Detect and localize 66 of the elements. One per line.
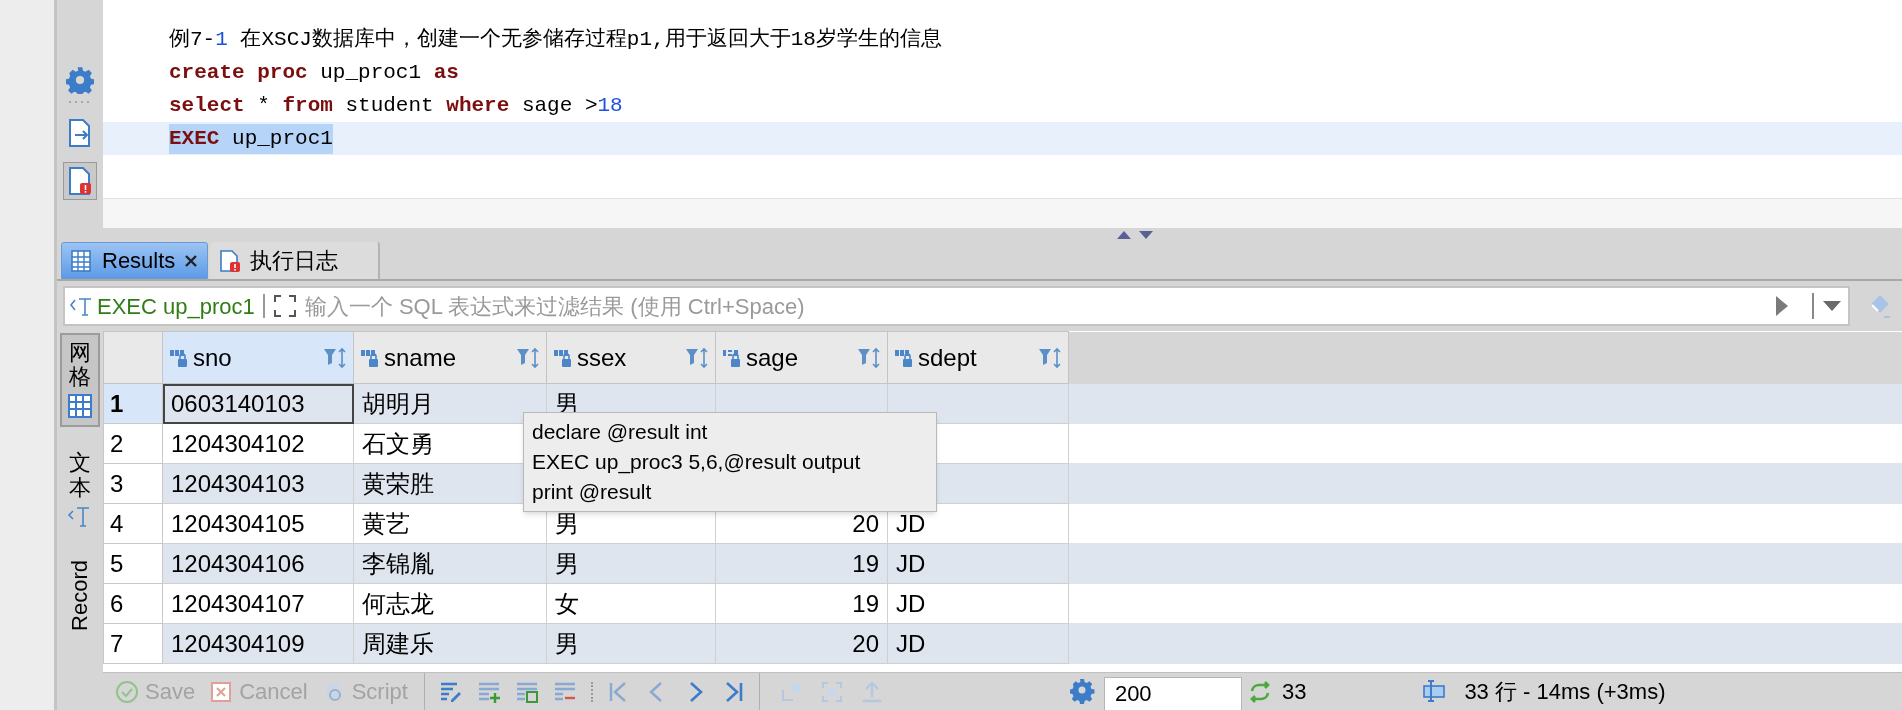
column-header[interactable]: sno: [162, 331, 354, 384]
grid-icon: [70, 248, 94, 273]
play-icon[interactable]: [1774, 294, 1788, 318]
table-cell: 1204304109: [162, 623, 354, 664]
table-cell: 19: [715, 583, 888, 624]
table-cell: JD: [887, 583, 1069, 624]
document-arrow-icon[interactable]: [67, 118, 93, 148]
column-header[interactable]: sage: [715, 331, 888, 384]
gear-icon[interactable]: [66, 66, 94, 94]
table-cell: 胡明月: [353, 383, 547, 424]
table-cell: 黄艺: [353, 503, 547, 544]
tab[interactable]: Results: [61, 242, 209, 279]
filter-sort-icon[interactable]: [685, 346, 709, 369]
column-header[interactable]: sname: [353, 331, 547, 384]
table-cell: 1204304102: [162, 423, 354, 464]
table-cell: 20: [715, 623, 888, 664]
grid-icon: [67, 393, 93, 420]
cross-icon: [209, 679, 234, 704]
row-number[interactable]: 1: [103, 383, 163, 424]
code-line: select * from student where sage >18: [169, 92, 623, 119]
table-cell: 女: [546, 583, 716, 624]
expand-icon[interactable]: [272, 294, 297, 318]
settings-icon[interactable]: [1069, 677, 1098, 706]
table-cell: 周建乐: [353, 623, 547, 664]
table-cell: 0603140103: [162, 383, 354, 424]
column-header[interactable]: sdept: [887, 331, 1069, 384]
table-cell: 1204304105: [162, 503, 354, 544]
header-corner: [103, 331, 163, 384]
table-cell: 19: [715, 543, 888, 584]
table-cell: 何志龙: [353, 583, 547, 624]
row-number[interactable]: 7: [103, 623, 163, 664]
filter-field[interactable]: EXEC up_proc1 输入一个 SQL 表达式来过滤结果 (使用 Ctrl+Space): [63, 286, 1850, 326]
row-number[interactable]: 6: [103, 583, 163, 624]
view-tab[interactable]: 文本: [60, 445, 100, 536]
row-number[interactable]: 3: [103, 463, 163, 504]
code-line: 例7-1 在XSCJ数据库中，创建一个无参储存过程p1,用于返回大于18岁学生的信息: [169, 26, 942, 53]
row-count: 33: [1281, 678, 1307, 706]
table-cell: 男: [546, 543, 716, 584]
table-cell: 1204304107: [162, 583, 354, 624]
table-cell: 李锦胤: [353, 543, 547, 584]
table-cell: 男: [546, 623, 716, 664]
fetch-size-field[interactable]: 200: [1103, 676, 1242, 710]
document-error-icon[interactable]: [63, 162, 97, 200]
expand-down-icon[interactable]: [1139, 231, 1153, 239]
view-tab[interactable]: Record: [60, 553, 100, 637]
status-text: 33 行 - 14ms (+3ms): [1464, 678, 1666, 706]
row-number[interactable]: 2: [103, 423, 163, 464]
row-number[interactable]: 5: [103, 543, 163, 584]
filter-sort-icon[interactable]: [516, 346, 540, 369]
filter-sort-icon[interactable]: [857, 346, 881, 369]
view-tab[interactable]: 网格: [60, 333, 100, 428]
check-icon: [115, 679, 139, 704]
code-line: create proc up_proc1 as: [169, 59, 459, 86]
table-cell: JD: [887, 543, 1069, 584]
filter-sort-icon[interactable]: [1038, 346, 1062, 369]
row-number[interactable]: 4: [103, 503, 163, 544]
collapse-up-icon[interactable]: [1117, 231, 1131, 239]
log-document-icon: [218, 248, 243, 273]
query-button[interactable]: EXEC up_proc1: [69, 289, 255, 323]
tab[interactable]: 执行日志: [210, 242, 381, 279]
table-cell: JD: [887, 623, 1069, 664]
filter-sort-icon[interactable]: [323, 346, 347, 369]
column-header[interactable]: ssex: [546, 331, 716, 384]
table-cell: 1204304103: [162, 463, 354, 504]
table-cell: 1204304106: [162, 543, 354, 584]
close-icon[interactable]: [183, 252, 200, 269]
